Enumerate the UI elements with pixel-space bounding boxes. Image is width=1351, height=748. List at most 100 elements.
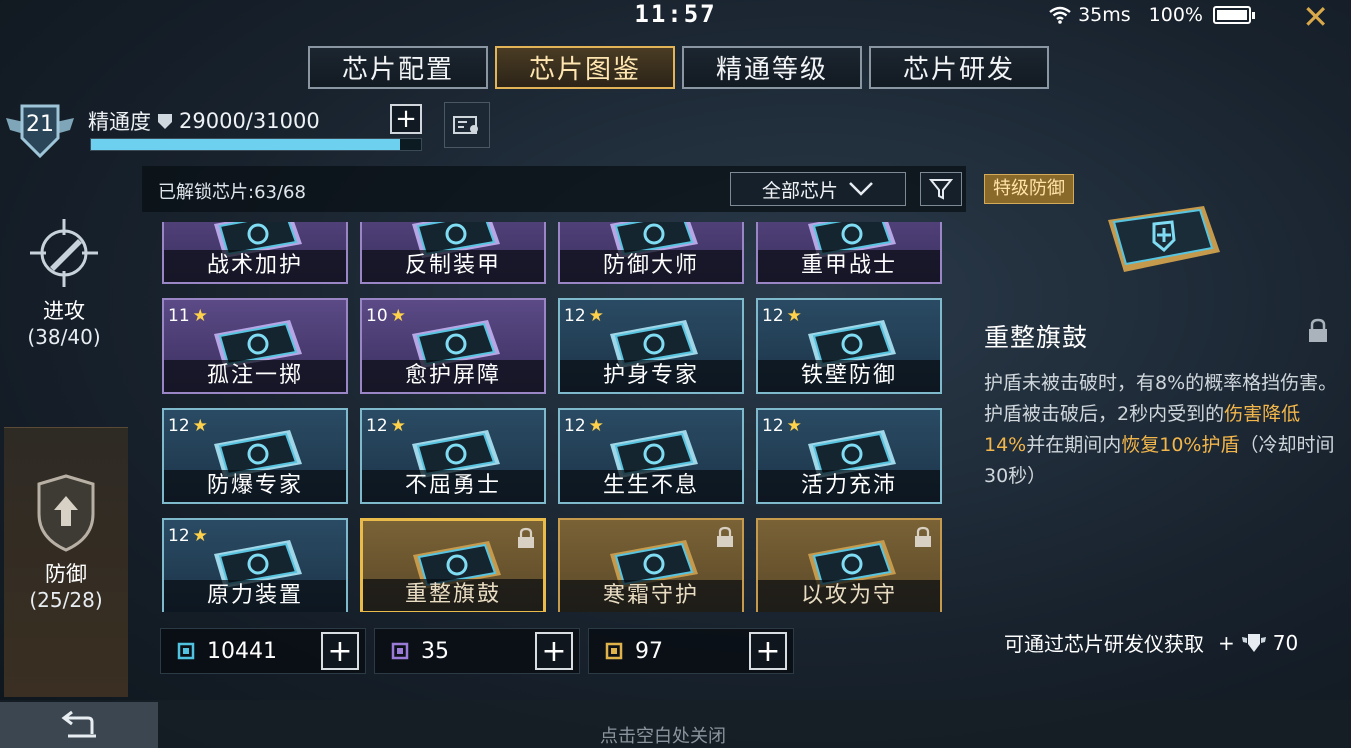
chip-name: 重甲战士 — [758, 250, 940, 282]
resource-blue: 10441 + — [160, 628, 366, 674]
chip-level: 12 ★ — [168, 526, 208, 546]
chip-name: 战术加护 — [164, 250, 346, 282]
chip-card[interactable]: 11 ★ 孤注一掷 — [162, 298, 348, 394]
resource-gold-value: 97 — [635, 638, 663, 664]
mastery-level: 21 — [26, 112, 54, 137]
unlocked-count: 已解锁芯片:63/68 — [158, 182, 306, 203]
star-icon: ★ — [192, 526, 208, 546]
star-icon: ★ — [786, 416, 802, 436]
cost-prefix: + — [1218, 630, 1235, 655]
lock-icon — [1309, 318, 1327, 342]
add-resource-gold-button[interactable]: + — [749, 632, 787, 670]
chip-name: 原力装置 — [164, 580, 346, 612]
chip-name: 以攻为守 — [758, 580, 940, 612]
chip-card[interactable]: 12 ★ 生生不息 — [558, 408, 744, 504]
mastery-value: 29000/31000 — [179, 109, 320, 133]
resource-purple: 35 + — [374, 628, 580, 674]
chip-name: 孤注一掷 — [164, 360, 346, 392]
tab-mastery-level[interactable]: 精通等级 — [682, 46, 862, 89]
tab-chip-research[interactable]: 芯片研发 — [869, 46, 1049, 89]
back-button[interactable] — [0, 702, 158, 748]
chip-card[interactable]: 12 ★ 不屈勇士 — [360, 408, 546, 504]
chip-level-value: 11 — [168, 306, 190, 326]
chip-name: 重整旗鼓 — [363, 579, 543, 611]
chip-level: 12 ★ — [168, 416, 208, 436]
star-icon: ★ — [390, 306, 406, 326]
chip-level-value: 12 — [762, 416, 784, 436]
chip-card[interactable]: 12 ★ 防爆专家 — [162, 408, 348, 504]
lock-icon — [518, 527, 534, 548]
chip-card[interactable]: 重整旗鼓 — [360, 518, 546, 612]
tap-to-close-hint[interactable]: 点击空白处关闭 — [600, 722, 726, 748]
chip-level-value: 12 — [564, 416, 586, 436]
chip-detail-description: 护盾未被击破时，有8%的概率格挡伤害。护盾被击破后，2秒内受到的伤害降低14%并… — [984, 368, 1340, 492]
add-resource-purple-button[interactable]: + — [535, 632, 573, 670]
mastery-label: 精通度 — [88, 110, 151, 134]
chip-card-icon — [1108, 206, 1220, 272]
chip-level: 12 ★ — [762, 306, 802, 326]
chip-level: 12 ★ — [762, 416, 802, 436]
card-icon — [453, 116, 478, 134]
chip-card[interactable]: 12 ★ 铁壁防御 — [756, 298, 942, 394]
chip-icon — [605, 642, 623, 660]
mastery-level-badge: 21 — [4, 100, 76, 162]
cost-value: 70 — [1272, 630, 1299, 655]
chip-level: 12 ★ — [564, 416, 604, 436]
chip-name: 护身专家 — [560, 360, 742, 392]
shield-up-icon — [37, 474, 95, 552]
chip-card[interactable]: 12 ★ 护身专家 — [558, 298, 744, 394]
chip-filter-dropdown[interactable]: 全部芯片 — [730, 172, 906, 206]
crosshair-icon — [30, 219, 98, 287]
chip-grid: 战术加护 反制装甲 防御大师 重甲战士 11 ★ 孤注一掷 10 ★ 愈护屏障 12 ★ 护身专家 12 ★… — [162, 222, 942, 612]
desc-text-2: 并在期间内 — [1026, 434, 1122, 456]
category-defense[interactable]: 防御 (25/28) — [4, 427, 128, 697]
system-indicators: 35ms 100% — [1048, 4, 1255, 26]
filter-button[interactable] — [920, 172, 962, 206]
desc-highlight-2: 恢复10%护盾 — [1121, 434, 1240, 456]
category-defense-count: (25/28) — [29, 588, 103, 612]
chip-card[interactable]: 12 ★ 原力装置 — [162, 518, 348, 612]
chip-grade-badge: 特级防御 — [984, 174, 1074, 204]
star-icon: ★ — [192, 416, 208, 436]
resource-blue-value: 10441 — [207, 638, 277, 664]
resource-purple-value: 35 — [421, 638, 449, 664]
chip-name: 生生不息 — [560, 470, 742, 502]
add-mastery-button[interactable]: + — [390, 104, 422, 134]
card-button[interactable] — [444, 102, 490, 148]
chip-level-value: 10 — [366, 306, 388, 326]
chip-level-value: 12 — [366, 416, 388, 436]
lock-icon — [915, 526, 931, 547]
category-attack[interactable]: 进攻 (38/40) — [0, 165, 128, 425]
chip-card[interactable]: 重甲战士 — [756, 222, 942, 284]
chip-name: 反制装甲 — [362, 250, 544, 282]
chip-card[interactable]: 10 ★ 愈护屏障 — [360, 298, 546, 394]
chip-name: 活力充沛 — [758, 470, 940, 502]
tab-chip-catalog[interactable]: 芯片图鉴 — [495, 46, 675, 89]
chip-card[interactable]: 寒霜守护 — [558, 518, 744, 612]
chip-card[interactable]: 以攻为守 — [756, 518, 942, 612]
star-icon: ★ — [786, 306, 802, 326]
category-attack-label: 进攻 — [43, 299, 85, 323]
chip-grid-header: 已解锁芯片:63/68 全部芯片 — [142, 166, 966, 212]
chip-card[interactable]: 12 ★ 活力充沛 — [756, 408, 942, 504]
chip-detail-panel: 特级防御 重整旗鼓 护盾未被击破时，有8%的概率格挡伤害。护盾被击破后，2秒内受… — [970, 168, 1340, 668]
back-arrow-icon — [61, 710, 96, 738]
star-icon: ★ — [390, 416, 406, 436]
chip-card[interactable]: 防御大师 — [558, 222, 744, 284]
chip-card[interactable]: 反制装甲 — [360, 222, 546, 284]
close-icon[interactable]: ✕ — [1302, 0, 1329, 36]
battery-text: 100% — [1148, 4, 1203, 26]
chip-level-value: 12 — [762, 306, 784, 326]
chip-level: 12 ★ — [366, 416, 406, 436]
chip-name: 寒霜守护 — [560, 580, 742, 612]
chip-name: 防御大师 — [560, 250, 742, 282]
chip-level-value: 12 — [168, 416, 190, 436]
plus-icon: + — [395, 104, 417, 134]
tab-chip-config[interactable]: 芯片配置 — [308, 46, 488, 89]
star-icon: ★ — [192, 306, 208, 326]
chip-card[interactable]: 战术加护 — [162, 222, 348, 284]
ping-text: 35ms — [1078, 4, 1131, 26]
category-attack-count: (38/40) — [27, 325, 101, 349]
add-resource-blue-button[interactable]: + — [321, 632, 359, 670]
resource-gold: 97 + — [588, 628, 794, 674]
